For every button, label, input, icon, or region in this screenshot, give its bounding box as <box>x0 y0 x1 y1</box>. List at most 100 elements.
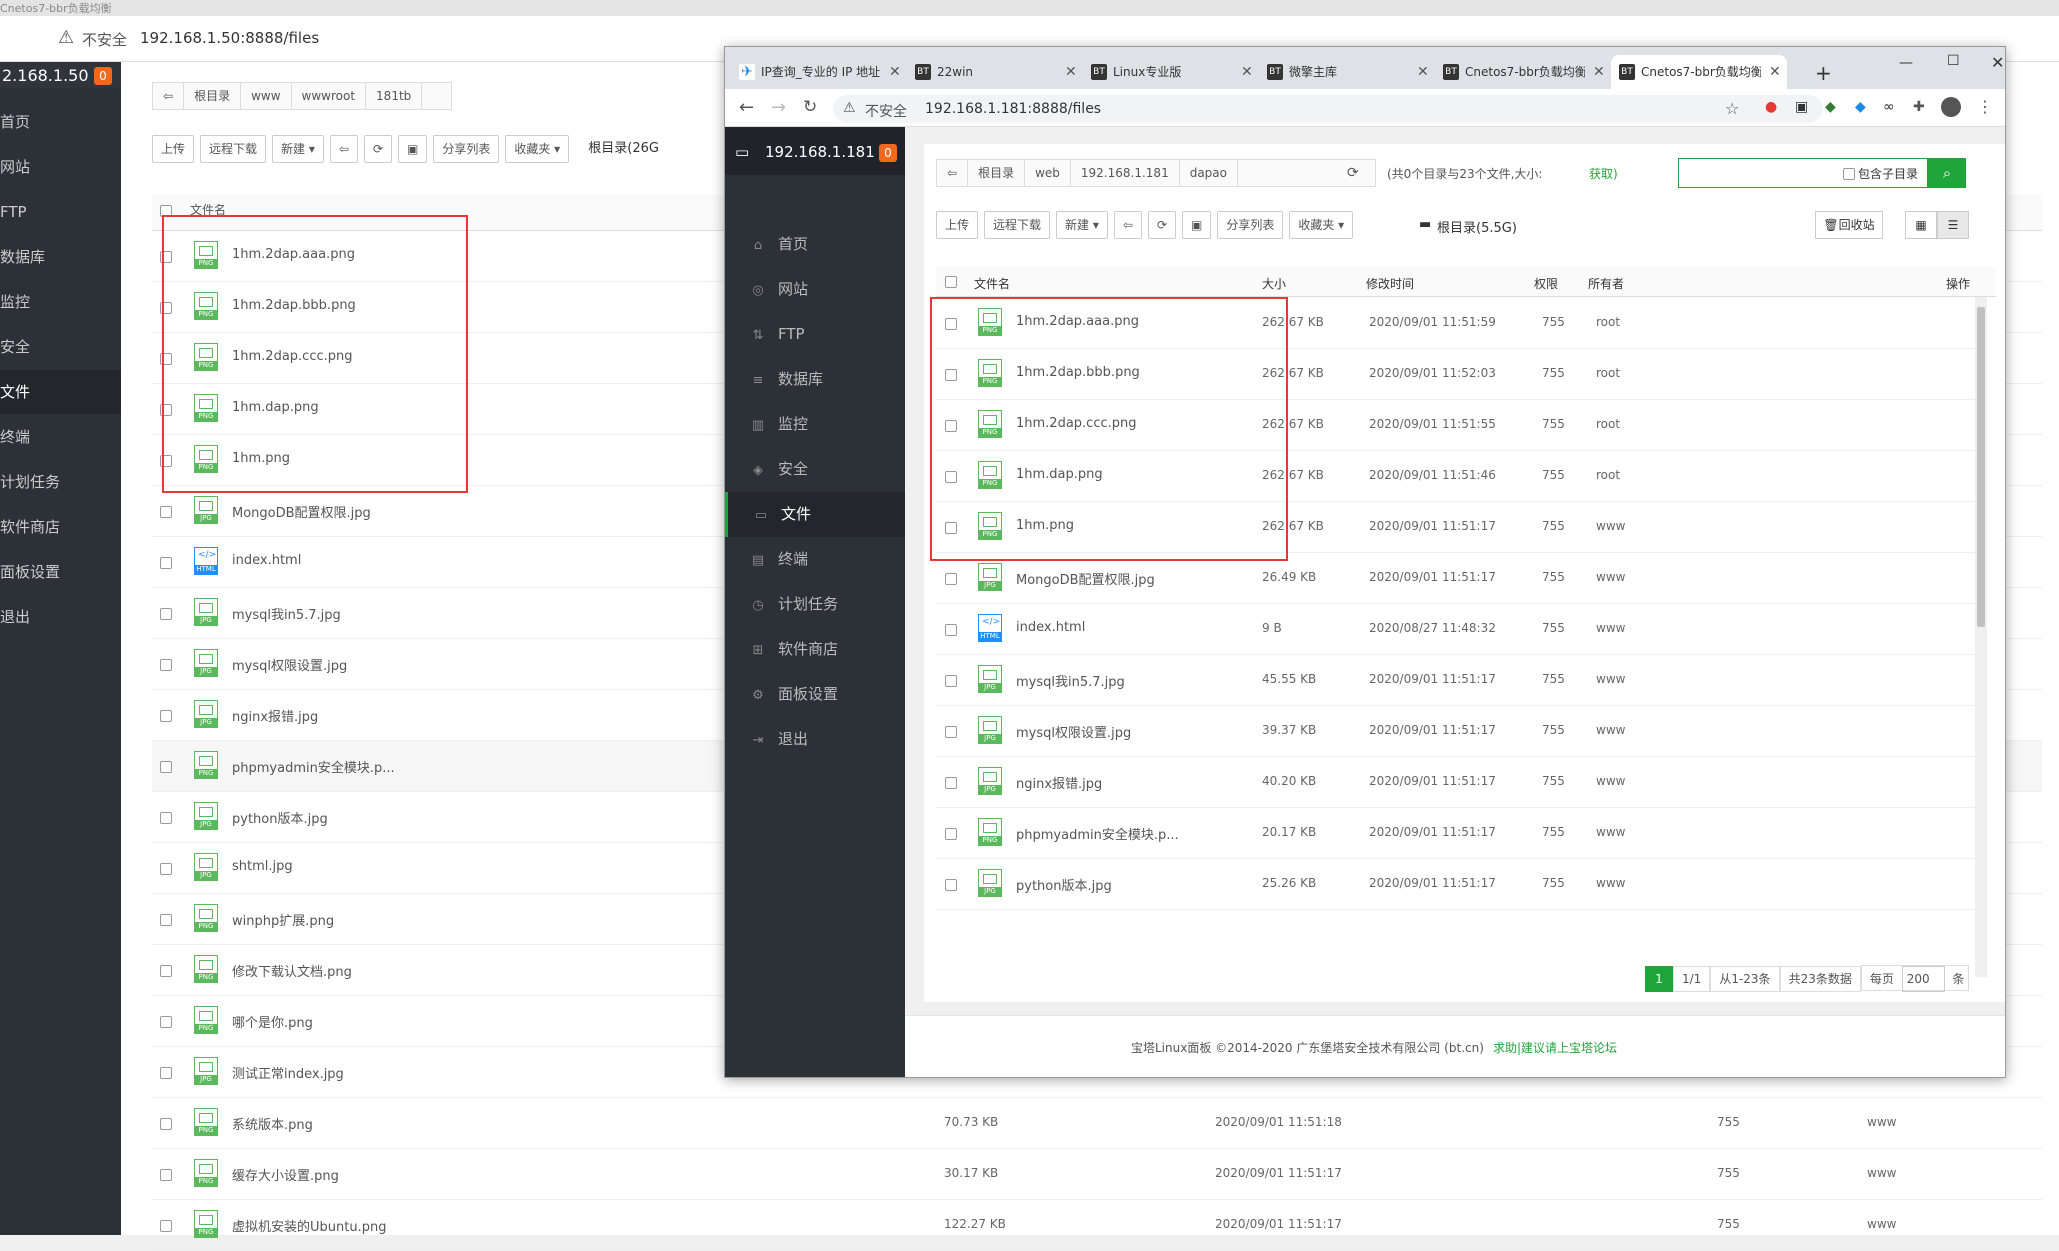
table-row[interactable]: PNG phpmyadmin安全模块.p... 20.17 KB 2020/09/01… <box>936 808 1976 859</box>
bg-sidebar-item[interactable]: 终端 <box>0 415 121 459</box>
col-filename[interactable]: 文件名 <box>974 275 1010 292</box>
url-text[interactable]: 192.168.1.181:8888/files <box>925 101 1101 117</box>
table-row[interactable]: JPG mysql权限设置.jpg 39.37 KB 2020/09/01 11:51… <box>936 706 1976 757</box>
bg-file-name[interactable]: phpmyadmin安全模块.p... <box>232 757 395 776</box>
bg-file-name[interactable]: nginx报错.jpg <box>232 706 318 725</box>
upload-button[interactable]: 上传 <box>936 211 979 239</box>
bg-terminal-button[interactable]: ▣ <box>398 135 428 163</box>
bg-table-row[interactable]: PNG 虚拟机安装的Ubuntu.png 122.27 KB 2020/09/01 1… <box>152 1200 2042 1251</box>
footer-forum-link[interactable]: 求助|建议请上宝塔论坛 <box>1493 1039 1617 1056</box>
back-icon[interactable]: ⇦ <box>153 83 185 109</box>
bg-sidebar-item[interactable]: 网站 <box>0 145 121 189</box>
crumb-0[interactable]: 根目录 <box>968 160 1026 186</box>
refresh-button[interactable]: ⟳ <box>1147 211 1176 239</box>
bg-row-checkbox[interactable] <box>160 1067 172 1079</box>
bg-root-label[interactable]: 根目录(26G <box>588 141 659 156</box>
bg-back-button[interactable]: ⇦ <box>329 135 358 163</box>
bg-row-checkbox[interactable] <box>160 659 172 671</box>
bookmark-star-icon[interactable]: ☆ <box>1725 99 1739 118</box>
extension-shield-icon[interactable]: ◆ <box>1855 99 1866 115</box>
bg-row-checkbox[interactable] <box>160 761 172 773</box>
browser-tab[interactable]: BT Linux专业版 ✕ <box>1083 55 1259 89</box>
new-tab-button[interactable]: + <box>1815 61 1832 85</box>
file-name[interactable]: MongoDB配置权限.jpg <box>1016 569 1155 588</box>
file-name[interactable]: mysql我in5.7.jpg <box>1016 671 1125 690</box>
minimize-icon[interactable]: — <box>1899 55 1913 71</box>
recycle-bin-button[interactable]: 🗑回收站 <box>1815 211 1883 239</box>
sidebar-item[interactable]: ▥ 监控 <box>725 402 905 447</box>
remote-download-button[interactable]: 远程下载 <box>984 211 1051 239</box>
bg-file-name[interactable]: mysql我in5.7.jpg <box>232 604 341 623</box>
bg-file-name[interactable]: MongoDB配置权限.jpg <box>232 502 371 521</box>
tab-close-icon[interactable]: ✕ <box>889 55 901 89</box>
table-row[interactable]: JPG nginx报错.jpg 40.20 KB 2020/09/01 11:51:1… <box>936 757 1976 808</box>
file-name[interactable]: python版本.jpg <box>1016 875 1112 894</box>
extension-opera-icon[interactable]: ● <box>1765 99 1777 115</box>
file-name[interactable]: index.html <box>1016 620 1085 635</box>
bg-sidebar-item[interactable]: 文件 <box>0 370 121 414</box>
browser-tab[interactable]: BT 22win ✕ <box>907 55 1083 89</box>
bg-file-name[interactable]: 虚拟机安装的Ubuntu.png <box>232 1216 386 1235</box>
bg-upload-button[interactable]: 上传 <box>152 135 195 163</box>
bg-row-checkbox[interactable] <box>160 812 172 824</box>
terminal-button[interactable]: ▣ <box>1182 211 1212 239</box>
col-owner[interactable]: 所有者 <box>1588 275 1624 292</box>
browser-tab[interactable]: BT 微擎主库 ✕ <box>1259 55 1435 89</box>
sidebar-item[interactable]: ◈ 安全 <box>725 447 905 492</box>
bg-file-name[interactable]: python版本.jpg <box>232 808 328 827</box>
bg-sidebar-item[interactable]: 监控 <box>0 280 121 324</box>
bg-share-list-button[interactable]: 分享列表 <box>433 135 500 163</box>
back-arrow-icon[interactable]: ← <box>739 97 754 118</box>
bg-remote-download-button[interactable]: 远程下载 <box>200 135 267 163</box>
col-perm[interactable]: 权限 <box>1534 275 1558 292</box>
row-checkbox[interactable] <box>945 726 957 738</box>
bg-file-name[interactable]: 系统版本.png <box>232 1114 313 1133</box>
file-name[interactable]: mysql权限设置.jpg <box>1016 722 1131 741</box>
notification-badge[interactable]: 0 <box>879 144 897 162</box>
include-subdir-checkbox[interactable] <box>1843 168 1855 180</box>
bg-row-checkbox[interactable] <box>160 710 172 722</box>
bg-new-button[interactable]: 新建 ▾ <box>272 135 324 163</box>
crumb-1[interactable]: web <box>1025 160 1071 186</box>
scrollbar-track[interactable] <box>1975 297 1987 977</box>
bg-sidebar-item[interactable]: 面板设置 <box>0 550 121 594</box>
bg-file-name[interactable]: shtml.jpg <box>232 859 293 874</box>
bg-sidebar-item[interactable]: FTP <box>0 190 121 234</box>
page-current[interactable]: 1 <box>1645 966 1673 992</box>
crumb-2[interactable]: 192.168.1.181 <box>1071 160 1180 186</box>
tab-close-icon[interactable]: ✕ <box>1065 55 1077 89</box>
row-checkbox[interactable] <box>945 828 957 840</box>
favorites-button[interactable]: 收藏夹 ▾ <box>1289 211 1354 239</box>
select-all-checkbox[interactable] <box>945 276 957 288</box>
sidebar-item[interactable]: ◎ 网站 <box>725 267 905 312</box>
profile-avatar[interactable] <box>1941 97 1961 117</box>
back-button[interactable]: ⇦ <box>1113 211 1142 239</box>
bg-file-name[interactable]: 修改下载认文档.png <box>232 961 352 980</box>
browser-tab[interactable]: BT Cnetos7-bbr负载均衡 ✕ <box>1435 55 1611 89</box>
bg-sidebar-item[interactable]: 退出 <box>0 595 121 639</box>
bg-file-name[interactable]: 哪个是你.png <box>232 1012 313 1031</box>
crumb-back-icon[interactable]: ⇦ <box>937 160 969 186</box>
list-view-icon[interactable]: ☰ <box>1937 211 1969 239</box>
file-name[interactable]: phpmyadmin安全模块.p... <box>1016 824 1179 843</box>
bg-crumb-0[interactable]: 根目录 <box>184 83 242 109</box>
sidebar-item[interactable]: ◷ 计划任务 <box>725 582 905 627</box>
tab-close-icon[interactable]: ✕ <box>1593 55 1605 89</box>
forward-arrow-icon[interactable]: → <box>771 97 786 118</box>
bg-row-checkbox[interactable] <box>160 965 172 977</box>
bg-crumb-1[interactable]: www <box>241 83 292 109</box>
bg-row-checkbox[interactable] <box>160 608 172 620</box>
row-checkbox[interactable] <box>945 675 957 687</box>
browser-tab[interactable]: ✈ IP查询_专业的 IP 地址 ✕ <box>731 55 907 89</box>
crumb-3[interactable]: dapao <box>1180 160 1238 186</box>
bg-row-checkbox[interactable] <box>160 506 172 518</box>
browser-tab[interactable]: BT Cnetos7-bbr负载均衡 ✕ <box>1611 55 1787 89</box>
sidebar-item[interactable]: ⚙ 面板设置 <box>725 672 905 717</box>
grid-view-icon[interactable]: ▦ <box>1905 211 1937 239</box>
col-size[interactable]: 大小 <box>1262 275 1286 292</box>
col-mtime[interactable]: 修改时间 <box>1366 275 1414 292</box>
maximize-icon[interactable]: ☐ <box>1947 53 1960 69</box>
bg-file-name[interactable]: index.html <box>232 553 301 568</box>
scrollbar-thumb[interactable] <box>1977 307 1985 627</box>
row-checkbox[interactable] <box>945 624 957 636</box>
